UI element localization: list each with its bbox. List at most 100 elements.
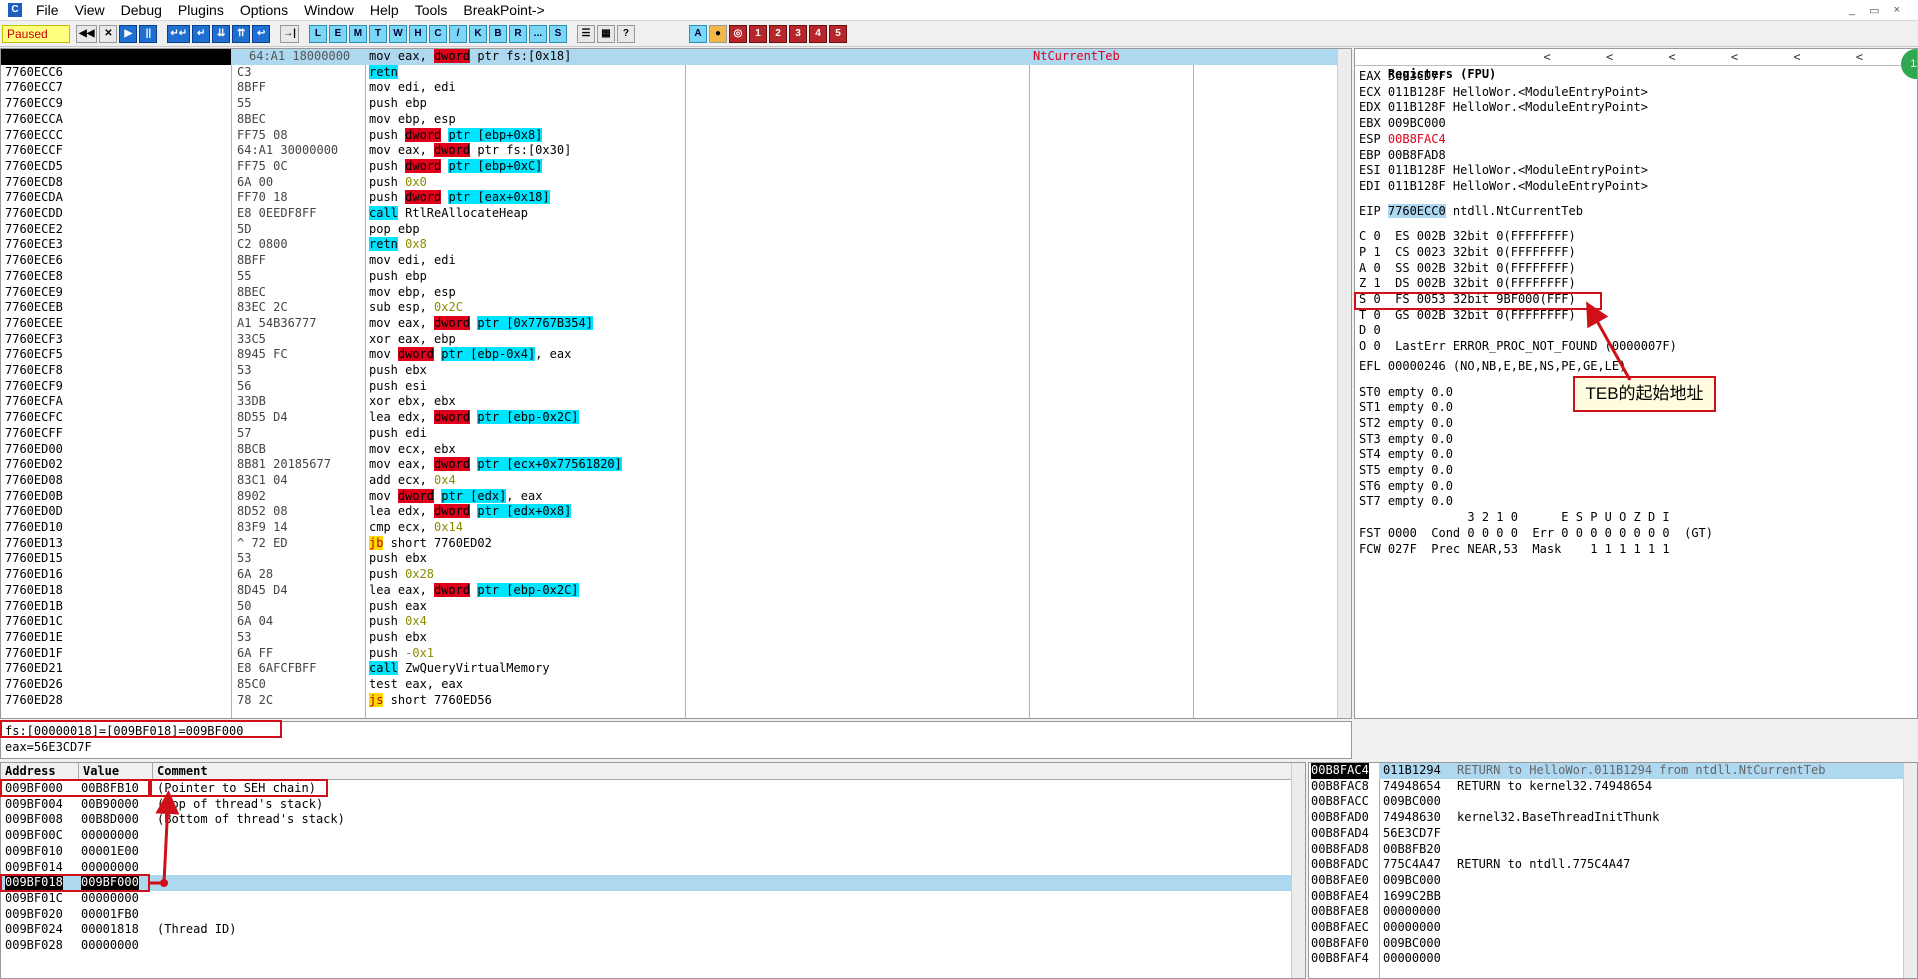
log-window-button[interactable]: L (308, 25, 327, 43)
disasm-instruction[interactable]: mov edi, edi (369, 80, 456, 96)
disasm-instruction[interactable]: mov eax, dword ptr [ecx+0x77561820] (369, 457, 622, 473)
stack-value[interactable]: 009BC000 (1383, 936, 1441, 952)
disasm-instruction[interactable]: push esi (369, 379, 427, 395)
dump-header-comment[interactable]: Comment (153, 763, 1293, 780)
disasm-address[interactable]: 7760ECE3 (5, 237, 63, 253)
run-button[interactable]: ▶ (119, 25, 138, 43)
dump-value[interactable]: 00B8D000 (81, 812, 139, 828)
disassembly-pane[interactable]: 7760ECC0 ntdll.NtCurrentTeb 64:A1 180000… (0, 48, 1352, 719)
fpu-register[interactable]: ST6 empty 0.0 (1359, 479, 1453, 495)
threads-button[interactable]: T (368, 25, 387, 43)
disasm-instruction[interactable]: js short 7760ED56 (369, 692, 492, 709)
disasm-address[interactable]: 7760ED0D (5, 504, 63, 520)
dump-address[interactable]: 009BF024 (5, 922, 63, 938)
plugin-3-button[interactable]: 3 (788, 25, 807, 43)
plugin-2-button[interactable]: 2 (768, 25, 787, 43)
menu-window[interactable]: Window (296, 2, 362, 18)
selected-asm[interactable]: mov eax, dword ptr fs:[0x18] (369, 49, 571, 65)
disasm-address[interactable]: 7760ED21 (5, 661, 63, 677)
disasm-instruction[interactable]: push ebx (369, 363, 427, 379)
dump-value[interactable]: 00B8FB10 (81, 781, 139, 797)
disasm-instruction[interactable]: cmp ecx, 0x14 (369, 520, 463, 536)
menu-breakpoint[interactable]: BreakPoint-> (455, 2, 552, 18)
stack-address[interactable]: 00B8FAE4 (1311, 889, 1369, 905)
fpu-header[interactable]: 3 2 1 0 E S P U O Z D I (1359, 510, 1669, 526)
disasm-address[interactable]: 7760ECD5 (5, 159, 63, 175)
register-edi[interactable]: EDI 011B128F HelloWor.<ModuleEntryPoint> (1359, 179, 1648, 195)
dump-address[interactable]: 009BF01C (5, 891, 63, 907)
disassembly-scrollbar[interactable] (1337, 49, 1351, 718)
disasm-instruction[interactable]: push 0x28 (369, 567, 434, 583)
cpu-button[interactable]: C (428, 25, 447, 43)
flag-line[interactable]: D 0 (1359, 323, 1381, 339)
disasm-instruction[interactable]: lea edx, dword ptr [ebp-0x2C] (369, 410, 579, 426)
dump-address[interactable]: 009BF004 (5, 797, 63, 813)
trace-into-button[interactable]: ⇊ (212, 25, 231, 43)
stack-value[interactable]: 1699C2BB (1383, 889, 1441, 905)
disasm-instruction[interactable]: push edi (369, 426, 427, 442)
dump-scrollbar[interactable] (1291, 763, 1305, 978)
register-ecx[interactable]: ECX 011B128F HelloWor.<ModuleEntryPoint> (1359, 85, 1648, 101)
register-efl[interactable]: EFL 00000246 (NO,NB,E,BE,NS,PE,GE,LE) (1359, 359, 1626, 375)
fpu-register[interactable]: ST0 empty 0.0 (1359, 385, 1453, 401)
options-icon[interactable]: ☰ (576, 25, 595, 43)
stack-scrollbar[interactable] (1903, 763, 1917, 978)
restore-button[interactable]: ▭ (1869, 4, 1879, 17)
register-eip[interactable]: EIP 7760ECC0 ntdll.NtCurrentTeb (1359, 204, 1583, 220)
plugin-c-button[interactable]: ◎ (728, 25, 747, 43)
close-debuggee-button[interactable]: ✕ (99, 25, 118, 43)
plugin-4-button[interactable]: 4 (808, 25, 827, 43)
stack-value[interactable]: 011B1294 (1383, 763, 1441, 779)
menu-options[interactable]: Options (232, 2, 296, 18)
disasm-address[interactable]: 7760ECE2 (5, 222, 63, 238)
flag-line[interactable]: T 0 GS 002B 32bit 0(FFFFFFFF) (1359, 308, 1576, 324)
register-esp[interactable]: ESP 00B8FAC4 (1359, 132, 1446, 148)
stack-address[interactable]: 00B8FACC (1311, 794, 1369, 810)
disasm-address[interactable]: 7760ECF9 (5, 379, 63, 395)
memory-map-button[interactable]: M (348, 25, 367, 43)
disasm-instruction[interactable]: xor ebx, ebx (369, 394, 456, 410)
dump-value[interactable]: 00000000 (81, 860, 139, 876)
source-button[interactable]: S (548, 25, 567, 43)
menu-plugins[interactable]: Plugins (170, 2, 232, 18)
plugin-b-button[interactable]: ● (708, 25, 727, 43)
stack-address[interactable]: 00B8FAD4 (1311, 826, 1369, 842)
dump-value[interactable]: 00000000 (81, 891, 139, 907)
menu-view[interactable]: View (67, 2, 113, 18)
dump-value[interactable]: 00000000 (81, 938, 139, 954)
register-esi[interactable]: ESI 011B128F HelloWor.<ModuleEntryPoint> (1359, 163, 1648, 179)
disasm-instruction[interactable]: push ebp (369, 269, 427, 285)
flag-line[interactable]: C 0 ES 002B 32bit 0(FFFFFFFF) (1359, 229, 1576, 245)
plugin-5-button[interactable]: 5 (828, 25, 847, 43)
disasm-address[interactable]: 7760ED1E (5, 630, 63, 646)
disasm-address[interactable]: 7760ECFF (5, 426, 63, 442)
disasm-address[interactable]: 7760ECFC (5, 410, 63, 426)
dump-address[interactable]: 009BF010 (5, 844, 63, 860)
registers-title[interactable]: Registers (FPU) < < < < < < (1355, 49, 1917, 81)
disasm-instruction[interactable]: add ecx, 0x4 (369, 473, 456, 489)
stack-address[interactable]: 00B8FAE0 (1311, 873, 1369, 889)
dump-address[interactable]: 009BF018 (5, 875, 63, 891)
dump-value[interactable]: 009BF000 (81, 875, 139, 891)
dump-value[interactable]: 00B90000 (81, 797, 139, 813)
disasm-instruction[interactable]: lea eax, dword ptr [ebp-0x2C] (369, 582, 579, 599)
disasm-address[interactable]: 7760ED02 (5, 457, 63, 473)
step-into-button[interactable]: ↵↵ (167, 25, 191, 43)
execute-till-return-button[interactable]: ↩ (252, 25, 271, 43)
flag-line[interactable]: P 1 CS 0023 32bit 0(FFFFFFFF) (1359, 245, 1576, 261)
fpu-control[interactable]: FCW 027F Prec NEAR,53 Mask 1 1 1 1 1 1 (1359, 542, 1670, 558)
stack-address[interactable]: 00B8FAD8 (1311, 842, 1369, 858)
disasm-address[interactable]: 7760ED1F (5, 646, 63, 662)
disasm-instruction[interactable]: mov ebp, esp (369, 285, 456, 301)
disasm-instruction[interactable]: push 0x4 (369, 614, 427, 630)
disasm-address[interactable]: 7760ECF5 (5, 347, 63, 363)
disasm-address[interactable]: 7760ED18 (5, 583, 63, 599)
memory-dump-pane[interactable]: Address Value Comment 009BF000 00B8FB10 (P… (0, 762, 1306, 979)
dump-value[interactable]: 00000000 (81, 828, 139, 844)
disasm-instruction[interactable]: xor eax, ebp (369, 332, 456, 348)
trace-over-button[interactable]: ⇈ (232, 25, 251, 43)
fpu-register[interactable]: ST4 empty 0.0 (1359, 447, 1453, 463)
stack-value[interactable]: 74948654 (1383, 779, 1441, 795)
register-edx[interactable]: EDX 011B128F HelloWor.<ModuleEntryPoint> (1359, 100, 1648, 116)
menu-help[interactable]: Help (362, 2, 407, 18)
